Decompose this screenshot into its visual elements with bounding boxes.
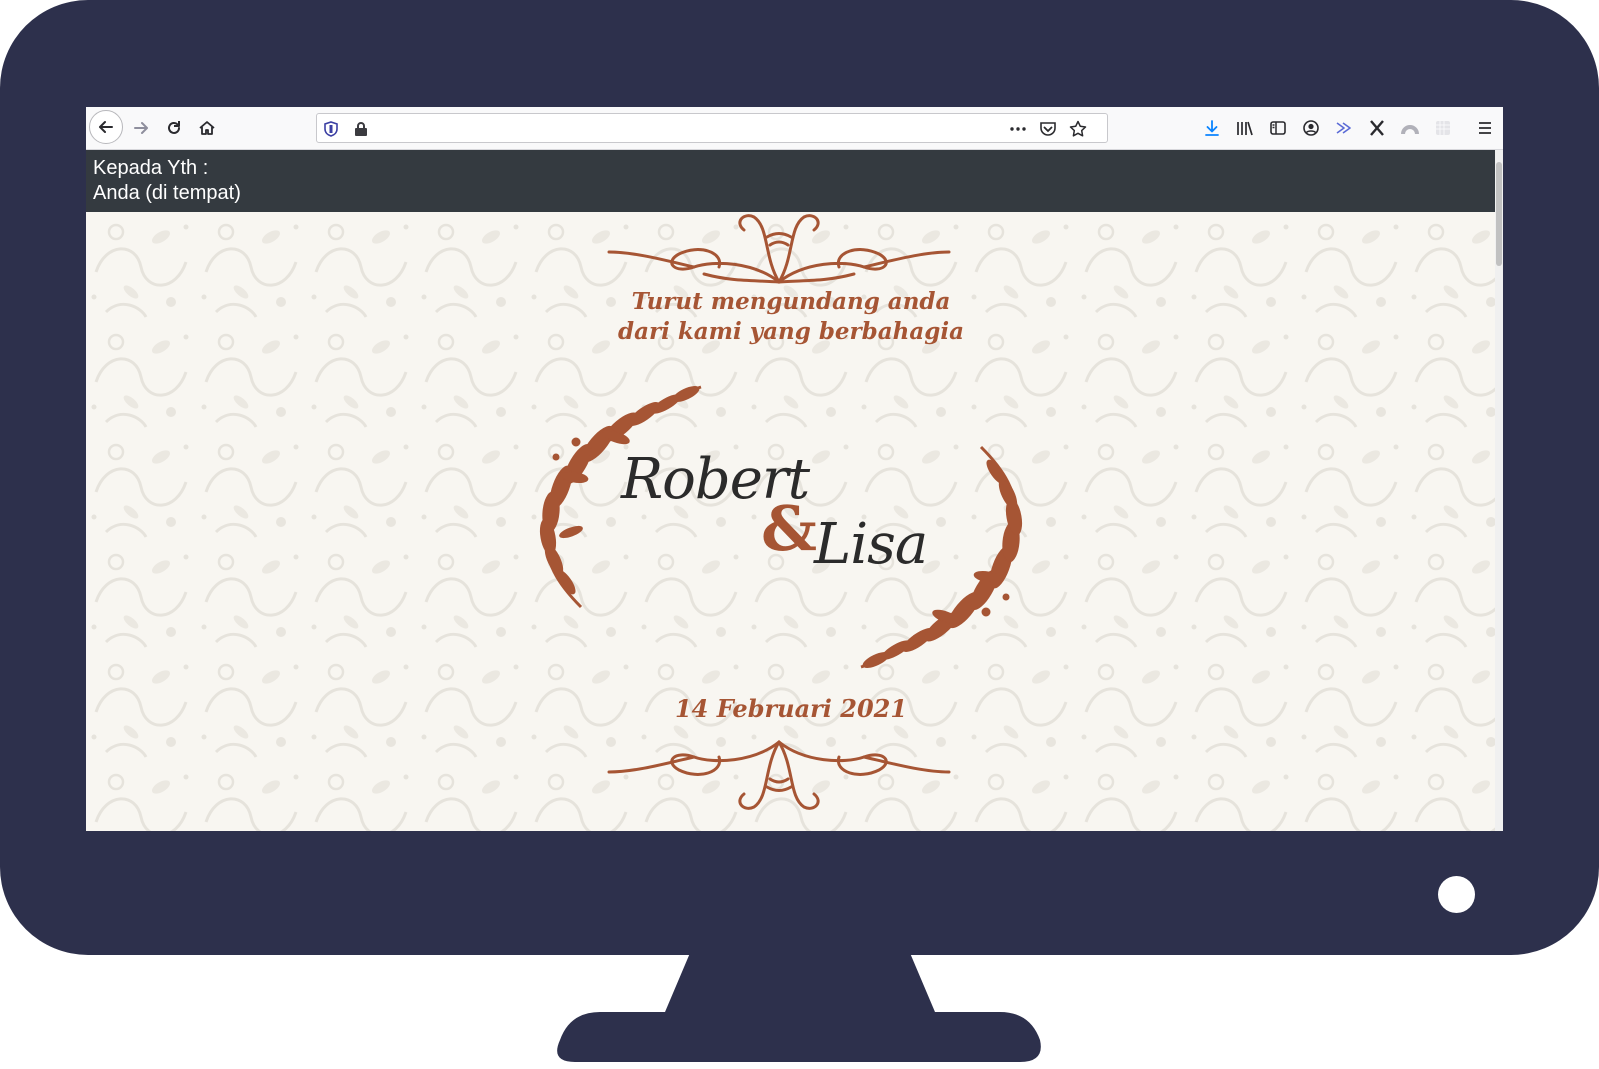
url-input[interactable]	[379, 117, 1023, 141]
browser-window: Kepada Yth : Anda (di tempat) Turut meng…	[86, 107, 1503, 831]
star-icon[interactable]	[1067, 118, 1089, 140]
address-bar[interactable]	[316, 113, 1108, 143]
reload-icon[interactable]	[159, 113, 189, 143]
wedding-date: 14 Februari 2021	[674, 694, 908, 723]
top-flourish-ornament	[607, 214, 951, 284]
arc-extension-icon[interactable]	[1395, 113, 1425, 143]
browser-toolbar	[86, 107, 1503, 150]
page-scrollbar[interactable]	[1495, 150, 1503, 831]
grid-extension-icon[interactable]	[1428, 113, 1458, 143]
shield-icon[interactable]	[320, 118, 342, 140]
invitation-card: Turut mengundang anda dari kami yang ber…	[86, 212, 1495, 831]
bottom-flourish-ornament	[607, 740, 951, 810]
ellipsis-icon[interactable]	[1007, 118, 1029, 140]
ampersand: &	[761, 492, 817, 565]
power-indicator	[1438, 876, 1475, 913]
recipient-banner: Kepada Yth : Anda (di tempat)	[86, 150, 1495, 212]
scrollbar-thumb[interactable]	[1496, 162, 1502, 266]
lock-icon[interactable]	[350, 118, 372, 140]
account-icon[interactable]	[1296, 113, 1326, 143]
intro-line-2: dari kami yang berbahagia	[617, 318, 964, 345]
arrow-left-icon[interactable]	[89, 110, 123, 144]
bride-name: Lisa	[814, 512, 928, 577]
intro-line-1: Turut mengundang anda	[631, 288, 951, 315]
pocket-icon[interactable]	[1037, 118, 1059, 140]
arrow-right-icon[interactable]	[126, 113, 156, 143]
x-extension-icon[interactable]	[1362, 113, 1392, 143]
invitation-intro: Turut mengundang anda dari kami yang ber…	[541, 287, 1041, 347]
recipient-name: Anda (di tempat)	[93, 182, 241, 204]
hamburger-menu-icon[interactable]	[1470, 113, 1500, 143]
send-icon[interactable]	[1329, 113, 1359, 143]
home-icon[interactable]	[192, 113, 222, 143]
download-icon[interactable]	[1197, 113, 1227, 143]
recipient-label: Kepada Yth :	[93, 157, 209, 179]
sidebar-icon[interactable]	[1263, 113, 1293, 143]
library-icon[interactable]	[1230, 113, 1260, 143]
